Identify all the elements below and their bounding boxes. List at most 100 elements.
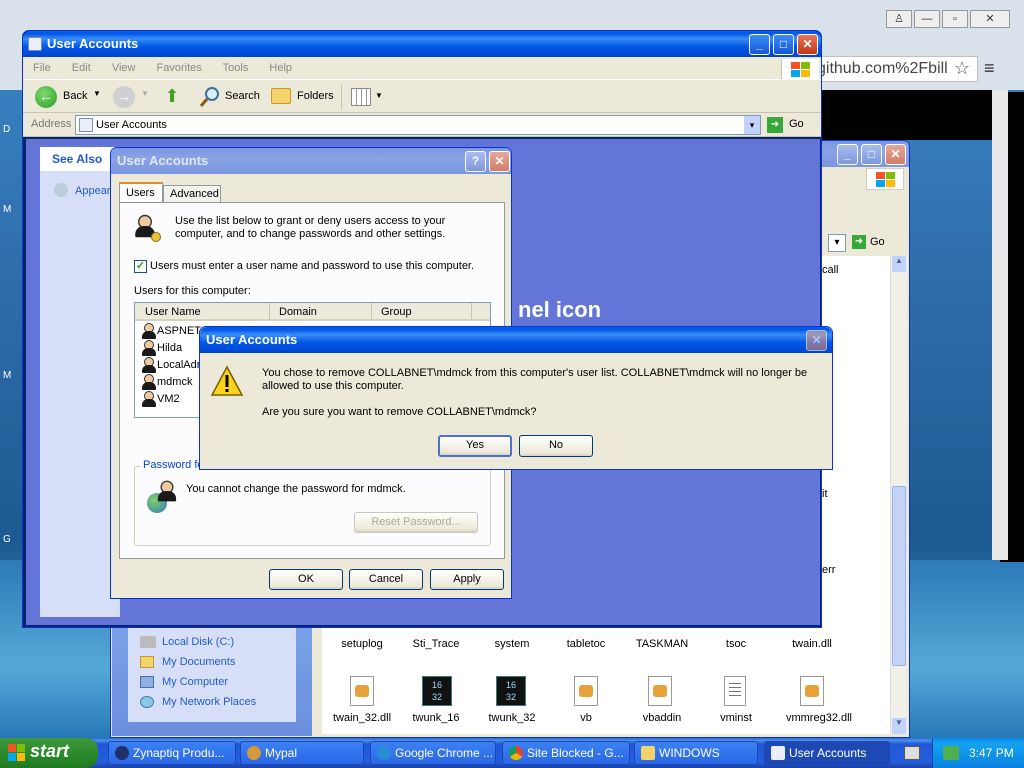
chrome-maximize-button[interactable]: ▫: [942, 10, 968, 28]
keyboard-icon[interactable]: [904, 746, 920, 760]
file-item[interactable]: Sti_Trace: [398, 638, 474, 650]
close-button[interactable]: ✕: [885, 144, 906, 165]
require-password-checkbox[interactable]: ✓: [134, 260, 147, 273]
clock[interactable]: 3:47 PM: [969, 746, 1014, 760]
file-item[interactable]: twunk_32: [474, 712, 550, 724]
bookmark-star-icon[interactable]: ☆: [954, 58, 970, 79]
chrome-minimize-button[interactable]: —: [914, 10, 940, 28]
views-icon[interactable]: [351, 88, 371, 106]
table-row[interactable]: ASPNET: [139, 323, 201, 339]
desktop-icon-label[interactable]: D: [3, 124, 10, 135]
forward-arrow-icon[interactable]: →: [113, 86, 135, 108]
chrome-close-button[interactable]: ✕: [970, 10, 1010, 28]
menu-view[interactable]: View: [112, 62, 136, 74]
taskbar-item-chrome[interactable]: Google Chrome ...: [370, 741, 496, 765]
minimize-button[interactable]: _: [837, 144, 858, 165]
maximize-button[interactable]: □: [773, 34, 794, 55]
desktop-icon-label[interactable]: G: [3, 534, 11, 545]
go-arrow-icon[interactable]: ➜: [852, 235, 866, 249]
column-domain[interactable]: Domain: [279, 306, 317, 318]
menu-help[interactable]: Help: [269, 62, 292, 74]
see-also-header[interactable]: See Also: [40, 147, 120, 171]
chrome-menu-icon[interactable]: ≡: [984, 58, 995, 79]
search-icon[interactable]: [199, 86, 221, 108]
taskbar-item-zynaptiq[interactable]: Zynaptiq Produ...: [108, 741, 236, 765]
address-dropdown-icon[interactable]: ▾: [828, 234, 846, 252]
dll-file-icon[interactable]: [350, 676, 374, 706]
address-dropdown-icon[interactable]: ▾: [744, 116, 760, 134]
file-item[interactable]: tsoc: [698, 638, 774, 650]
minimize-button[interactable]: _: [749, 34, 770, 55]
folders-button-label[interactable]: Folders: [297, 90, 334, 102]
see-also-link[interactable]: Appear: [75, 185, 110, 197]
go-button-label[interactable]: Go: [789, 118, 804, 130]
up-folder-icon[interactable]: ⬆: [161, 86, 183, 108]
file-item[interactable]: vminst: [698, 712, 774, 724]
table-row[interactable]: mdmck: [139, 374, 199, 390]
file-item[interactable]: TASKMAN: [624, 638, 700, 650]
close-button[interactable]: ✕: [797, 34, 818, 55]
table-row[interactable]: Hilda: [139, 340, 199, 356]
file-item[interactable]: vmmreg32.dll: [774, 712, 864, 724]
confirm-titlebar[interactable]: User Accounts ✕: [200, 327, 832, 353]
address-input[interactable]: User Accounts ▾: [75, 115, 761, 135]
taskbar-item-user-accounts[interactable]: User Accounts: [764, 741, 890, 765]
file-item[interactable]: tabletoc: [548, 638, 624, 650]
menu-file[interactable]: File: [33, 62, 51, 74]
desktop-icon-label[interactable]: M: [3, 370, 11, 381]
network-tray-icon[interactable]: [943, 746, 959, 760]
go-button-label[interactable]: Go: [870, 236, 885, 248]
twunk16-exe-icon[interactable]: 16 32: [422, 676, 452, 706]
back-dropdown-icon[interactable]: ▼: [93, 89, 101, 98]
file-item[interactable]: twunk_16: [398, 712, 474, 724]
taskbar-item-mypal[interactable]: Mypal: [240, 741, 364, 765]
file-name-fragment[interactable]: err: [822, 564, 835, 576]
sidebar-link-my-documents[interactable]: My Documents: [162, 656, 235, 668]
column-group[interactable]: Group: [381, 306, 412, 318]
forward-dropdown-icon[interactable]: ▼: [141, 89, 149, 98]
twunk32-exe-icon[interactable]: 16 32: [496, 676, 526, 706]
sidebar-link-local-disk[interactable]: Local Disk (C:): [162, 636, 234, 648]
no-button[interactable]: No: [519, 435, 593, 457]
close-button[interactable]: ✕: [489, 151, 510, 172]
back-button-label[interactable]: Back: [63, 90, 87, 102]
text-file-icon[interactable]: [724, 676, 746, 706]
chrome-profile-button[interactable]: ♙: [886, 10, 912, 28]
vb-file-icon[interactable]: [574, 676, 598, 706]
table-row[interactable]: VM2: [139, 391, 199, 407]
go-arrow-icon[interactable]: ➜: [767, 117, 783, 133]
file-item[interactable]: vbaddin: [624, 712, 700, 724]
apply-button[interactable]: Apply: [430, 569, 504, 590]
menu-favorites[interactable]: Favorites: [157, 62, 202, 74]
require-password-label[interactable]: Users must enter a user name and passwor…: [150, 260, 474, 272]
file-item[interactable]: vb: [548, 712, 624, 724]
table-row[interactable]: LocalAdr: [139, 357, 200, 373]
back-arrow-icon[interactable]: ←: [35, 86, 57, 108]
menu-tools[interactable]: Tools: [223, 62, 249, 74]
maximize-button[interactable]: □: [861, 144, 882, 165]
tab-users[interactable]: Users: [119, 182, 163, 203]
vbaddin-file-icon[interactable]: [648, 676, 672, 706]
file-item[interactable]: setuplog: [322, 638, 402, 650]
taskbar-item-site-blocked[interactable]: Site Blocked - G...: [502, 741, 630, 765]
file-item[interactable]: twain_32.dll: [322, 712, 402, 724]
file-name-fragment[interactable]: it: [822, 488, 828, 500]
cancel-button[interactable]: Cancel: [349, 569, 423, 590]
help-button[interactable]: ?: [465, 151, 486, 172]
dialog-titlebar[interactable]: User Accounts ? ✕: [111, 148, 511, 174]
menu-edit[interactable]: Edit: [72, 62, 91, 74]
desktop-icon-label[interactable]: M: [3, 204, 11, 215]
sidebar-link-my-computer[interactable]: My Computer: [162, 676, 228, 688]
tab-advanced[interactable]: Advanced: [163, 185, 221, 203]
column-user-name[interactable]: User Name: [145, 306, 201, 318]
sidebar-link-network-places[interactable]: My Network Places: [162, 696, 256, 708]
search-button-label[interactable]: Search: [225, 90, 260, 102]
dll-file-icon[interactable]: [800, 676, 824, 706]
file-name-fragment[interactable]: call: [822, 264, 839, 276]
vertical-scrollbar[interactable]: ▲ ▼: [890, 256, 907, 734]
taskbar-item-windows[interactable]: WINDOWS: [634, 741, 758, 765]
ok-button[interactable]: OK: [269, 569, 343, 590]
file-item[interactable]: twain.dll: [774, 638, 850, 650]
folders-icon[interactable]: [271, 88, 291, 104]
main-window-titlebar[interactable]: User Accounts _ □ ✕: [23, 31, 821, 57]
